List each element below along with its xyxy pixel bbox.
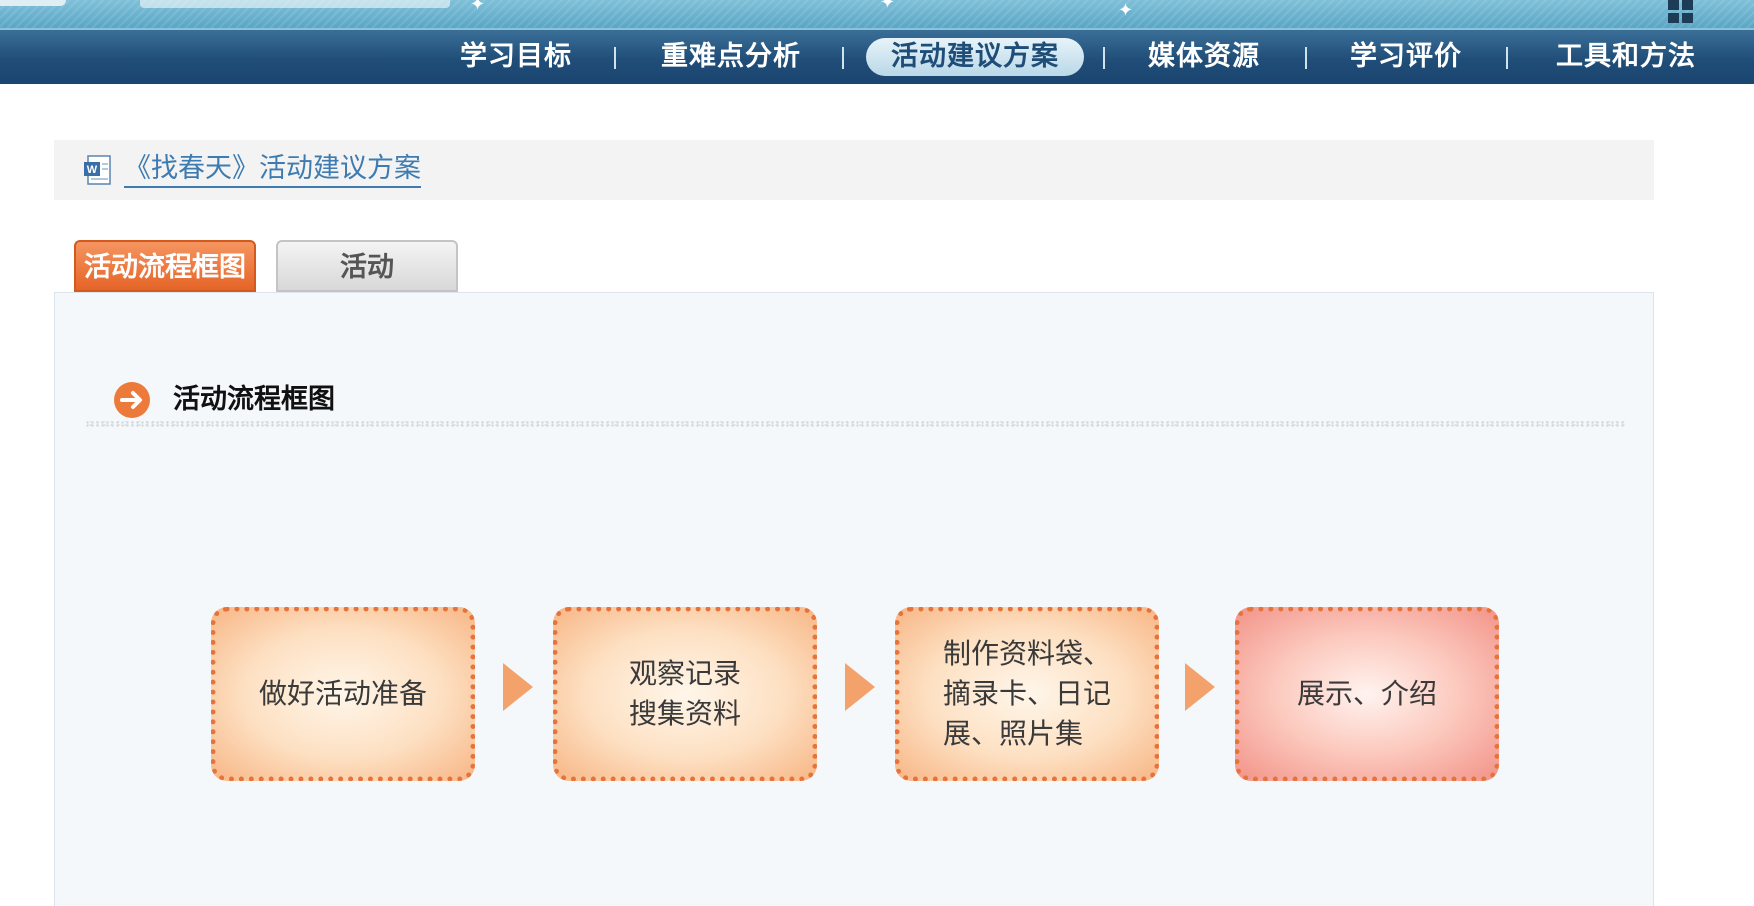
nav-separator bbox=[1305, 47, 1307, 69]
document-title-link[interactable]: 《找春天》活动建议方案 bbox=[124, 152, 421, 188]
header-banner: ✦ ✦ ✦ bbox=[0, 0, 1754, 28]
nav-item-learning-evaluation[interactable]: 学习评价 bbox=[1342, 38, 1470, 76]
flow-step-4: 展示、介绍 bbox=[1235, 607, 1499, 781]
section-title: 活动流程框图 bbox=[173, 384, 335, 415]
tab-activity-flowchart[interactable]: 活动流程框图 bbox=[74, 240, 256, 292]
star-decoration-icon: ✦ bbox=[1118, 0, 1134, 21]
svg-text:W: W bbox=[87, 164, 98, 176]
flow-step-label: 做好活动准备 bbox=[258, 677, 427, 710]
flow-step-2: 观察记录 搜集资料 bbox=[553, 607, 817, 781]
nav-item-activity-plan[interactable]: 活动建议方案 bbox=[866, 38, 1084, 76]
flow-step-1: 做好活动准备 bbox=[211, 607, 475, 781]
flow-arrow-icon bbox=[1185, 663, 1215, 711]
nav-separator bbox=[614, 47, 616, 69]
nav-separator bbox=[1103, 47, 1105, 69]
word-document-icon[interactable]: W bbox=[82, 154, 114, 186]
tab-activity[interactable]: 活动 bbox=[276, 240, 458, 292]
banner-title-fragment bbox=[140, 0, 450, 8]
flow-step-3: 制作资料袋、 摘录卡、日记 展、照片集 bbox=[895, 607, 1159, 781]
nav-item-tools-methods[interactable]: 工具和方法 bbox=[1546, 38, 1706, 76]
flow-step-label: 制作资料袋、 摘录卡、日记 展、照片集 bbox=[942, 637, 1111, 750]
flow-step-label: 观察记录 搜集资料 bbox=[628, 657, 741, 730]
nav-separator bbox=[842, 47, 844, 69]
arrow-right-circle-icon bbox=[114, 382, 150, 418]
section-divider bbox=[85, 421, 1625, 427]
flow-arrow-icon bbox=[845, 663, 875, 711]
star-decoration-icon: ✦ bbox=[880, 0, 896, 13]
banner-logo-fragment bbox=[0, 0, 66, 6]
main-navigation: 学习目标 重难点分析 活动建议方案 媒体资源 学习评价 工具和方法 bbox=[0, 28, 1754, 84]
nav-item-key-points[interactable]: 重难点分析 bbox=[652, 38, 810, 76]
flow-step-label: 展示、介绍 bbox=[1296, 677, 1437, 710]
star-decoration-icon: ✦ bbox=[470, 0, 486, 15]
nav-separator bbox=[1506, 47, 1508, 69]
content-panel: 活动流程框图 做好活动准备 观察记录 搜集资料 制作资料袋、 摘录卡、日记 展、… bbox=[54, 292, 1654, 906]
grid-logo-icon bbox=[1668, 0, 1694, 24]
document-title-bar: W 《找春天》活动建议方案 bbox=[54, 140, 1654, 200]
flow-arrow-icon bbox=[503, 663, 533, 711]
nav-item-media-resources[interactable]: 媒体资源 bbox=[1140, 38, 1268, 76]
nav-item-learning-goals[interactable]: 学习目标 bbox=[452, 38, 580, 76]
